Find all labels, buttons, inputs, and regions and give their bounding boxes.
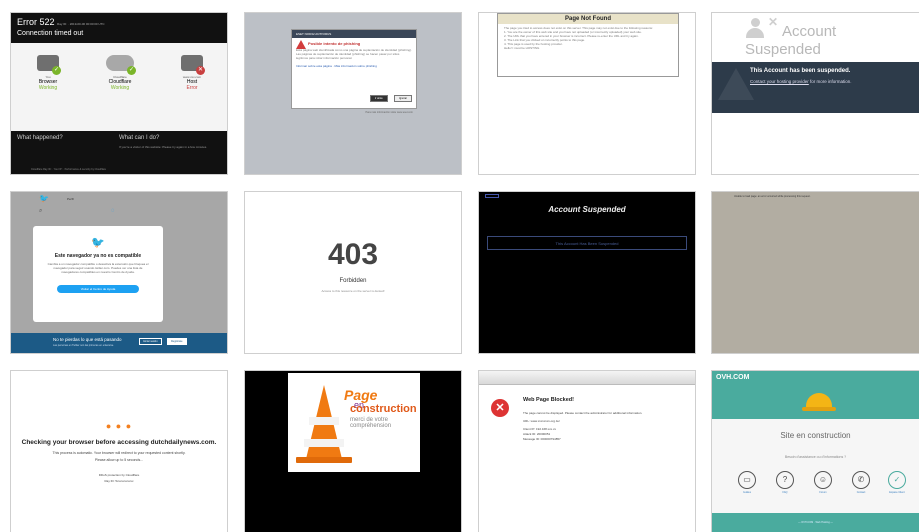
contact-icon[interactable]: ✆ (852, 471, 870, 489)
unsupported-card: 🐦 Este navegador ya no es compatible Cam… (33, 226, 163, 322)
dialog-footer: Para más información visite www.eset.com (365, 111, 413, 114)
corner-tag (485, 194, 499, 198)
forum-icon[interactable]: ☺ (814, 471, 832, 489)
suspended-title-2: Suspended (745, 41, 821, 58)
blocked-title: Web Page Blocked! (523, 397, 574, 403)
tile-black-suspended[interactable]: Account Suspended This Account Has Been … (478, 191, 696, 354)
warning-icon (718, 68, 754, 100)
dialog-titlebar: ESET NOD32 ANTIVIRUS (292, 30, 416, 38)
tile-403-forbidden[interactable]: 403 Forbidden Access to this resource on… (244, 191, 462, 354)
ovh-footer: — OVH.COM · Web Hosting — (712, 513, 919, 532)
client-area-link[interactable]: Espace Client (882, 491, 912, 494)
login-button[interactable]: Iniciar sesión (139, 338, 162, 345)
browser-node: ✓ You Browser Working (23, 55, 73, 91)
host-node: ✕ www.xxx.com Host Error (167, 55, 217, 91)
tile-blank-error[interactable]: Unable to load page: an error occurred w… (711, 191, 919, 354)
help-center-button[interactable]: Visitar el Centro de Ayuda (56, 285, 140, 293)
notfound-box: Page Not Found The page you tried to acc… (497, 13, 679, 77)
tile-web-page-blocked[interactable]: ✕ Web Page Blocked! The page cannot be d… (478, 370, 696, 532)
suspended-banner: This Account has been suspended. Contact… (712, 62, 919, 113)
tile-twitter-browser[interactable]: 🐦 Perfil ⌕ ◌ 🐦 Este navegador ya no es c… (10, 191, 228, 354)
guides-icon[interactable]: ▭ (738, 471, 756, 489)
suspended-box: This Account Has Been Suspended (487, 236, 687, 250)
tile-account-suspended[interactable]: ✕ Account Suspended This Account has bee… (711, 12, 919, 175)
warning-icon (296, 40, 306, 49)
ovh-logo: OVH.COM (716, 374, 750, 381)
error-subtitle: Connection timed out (17, 30, 84, 37)
thumbnail-grid: Error 522 Ray ID: · 2019-00-00 00:00:00 … (0, 0, 919, 532)
twitter-logo-icon: 🐦 (39, 194, 49, 203)
faq-link[interactable]: FAQ (770, 491, 800, 494)
server-icon: ✕ (181, 55, 205, 75)
error-label: Forbidden (339, 278, 367, 284)
cloud-icon: ✓ (106, 55, 136, 75)
guides-link[interactable]: Guides (732, 491, 762, 494)
forum-link[interactable]: Forum (808, 491, 838, 494)
error-code: Error 522 (17, 17, 55, 27)
search-icon[interactable]: ⌕ (39, 208, 42, 215)
loading-dots-icon: ● ● ● (105, 421, 133, 431)
contact-link[interactable]: Contact your hosting provider (750, 79, 809, 84)
twitter-bird-icon: 🐦 (91, 237, 105, 249)
dialog-links[interactable]: Informar sobre esta página · Más informa… (292, 62, 416, 70)
error-code: 403 (327, 238, 379, 271)
construction-status: Site en construction (780, 431, 851, 440)
error-header: Error 522 Ray ID: · 2019-00-00 00:00:00 … (11, 13, 227, 43)
status-flow: ✓ You Browser Working ✓ Cloudflare Cloud… (11, 43, 227, 131)
user-icon (746, 18, 764, 40)
close-icon: ✕ (768, 15, 779, 29)
error-x-icon: ✕ (491, 399, 509, 417)
help-text: Besoin d'assistance ou d'informations ? (784, 455, 847, 459)
nav-profile[interactable]: Perfil (67, 197, 74, 201)
contact-link[interactable]: Contact (846, 491, 876, 494)
dialog-title: Posible intento de phishing (292, 38, 416, 49)
notfound-title: Page Not Found (498, 14, 678, 24)
ignore-button[interactable]: Ignorar (394, 95, 412, 102)
explain-section: What happened? What can I do? If you're … (11, 131, 227, 174)
back-button[interactable]: Ir atrás (369, 95, 388, 102)
signup-button[interactable]: Regístrate (167, 338, 187, 345)
checking-title: Checking your browser before accessing d… (21, 439, 217, 446)
error-line: Unable to load page: an error occurred w… (734, 195, 811, 198)
tile-ovh-construction[interactable]: OVH.COM Site en construction Besoin d'as… (711, 370, 919, 532)
tile-phishing-warning[interactable]: ESET NOD32 ANTIVIRUS Posible intento de … (244, 12, 462, 175)
spinner-icon: ◌ (111, 208, 115, 214)
signup-footer: No te pierdas lo que está pasando Las pe… (11, 333, 227, 353)
error-note: Ray ID: · 2019-00-00 00:00:00 UTC (57, 22, 105, 26)
tile-page-not-found[interactable]: Page Not Found The page you tried to acc… (478, 12, 696, 175)
tile-page-construction[interactable]: Page en construction merci de votre comp… (244, 370, 462, 532)
suspended-heading: Account Suspended (548, 205, 626, 214)
faq-icon[interactable]: ? (776, 471, 794, 489)
suspended-title: Account (782, 23, 837, 40)
browser-icon: ✓ (37, 55, 61, 75)
tile-cloudflare-522[interactable]: Error 522 Ray ID: · 2019-00-00 00:00:00 … (10, 12, 228, 175)
client-area-icon[interactable]: ✓ (888, 471, 906, 489)
cloudflare-node: ✓ Cloudflare Cloudflare Working (95, 55, 145, 91)
ovh-header: OVH.COM (712, 371, 919, 419)
error-description: Access to this resource on the server is… (321, 289, 385, 293)
browser-bar (479, 371, 695, 385)
construction-image: Page en construction merci de votre comp… (288, 373, 420, 472)
warning-dialog: ESET NOD32 ANTIVIRUS Posible intento de … (291, 29, 417, 109)
tile-checking-browser[interactable]: ● ● ● Checking your browser before acces… (10, 370, 228, 532)
